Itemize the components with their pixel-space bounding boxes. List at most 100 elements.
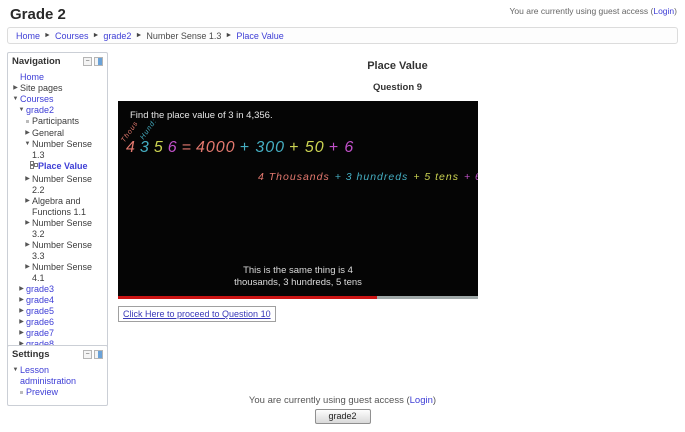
settings-item-lesson-administration[interactable]: ▼ Lesson administration: [11, 365, 105, 387]
chevron-collapsed-icon[interactable]: ▶: [23, 174, 32, 185]
board-expansion-words: 4 Thousands + 3 hundreds + 5 tens + 6 ones: [258, 171, 478, 183]
chevron-collapsed-icon[interactable]: ▶: [17, 328, 26, 339]
chalk-text: + 6: [328, 139, 355, 156]
collapse-block-icon[interactable]: −: [83, 57, 92, 66]
login-link-top[interactable]: Login: [653, 6, 674, 16]
nav-item-label: Number Sense 3.2: [32, 218, 93, 239]
chevron-collapsed-icon[interactable]: ▶: [17, 306, 26, 317]
chalk-text: 5: [153, 139, 164, 156]
chalk-text: + 5 tens: [413, 171, 459, 183]
nav-item-number-sense-1-3[interactable]: ▼ Number Sense 1.3: [11, 139, 105, 161]
breadcrumb-separator-icon: ►: [135, 32, 143, 39]
breadcrumb-separator-icon: ►: [225, 32, 233, 39]
lesson-title: Place Value: [367, 60, 428, 72]
nav-item-label: grade6: [26, 317, 55, 327]
dock-block-icon[interactable]: [94, 57, 103, 66]
chevron-collapsed-icon[interactable]: ▶: [23, 218, 32, 229]
nav-item-number-sense-2-2[interactable]: ▶ Number Sense 2.2: [11, 174, 105, 196]
nav-item-place-value[interactable]: Place Value: [11, 161, 105, 174]
breadcrumb-item-place-value[interactable]: Place Value: [236, 31, 283, 41]
nav-item-label: Number Sense 4.1: [32, 262, 93, 283]
collapse-block-icon[interactable]: −: [83, 350, 92, 359]
chevron-expanded-icon[interactable]: ▼: [17, 105, 26, 116]
chevron-collapsed-icon[interactable]: ▶: [23, 240, 32, 251]
question-number: Question 9: [372, 82, 423, 93]
nav-item-grade7[interactable]: ▶ grade7: [11, 328, 105, 339]
nav-item-site-pages[interactable]: ▶ Site pages: [11, 83, 105, 94]
nav-item-label: Number Sense 3.3: [32, 240, 93, 261]
chevron-collapsed-icon[interactable]: ▶: [23, 128, 32, 139]
nav-item-label: grade2: [26, 105, 55, 115]
video-progress-bar[interactable]: [118, 296, 478, 299]
chalk-text: + 3 hundreds: [334, 171, 409, 183]
chalk-text: 4: [126, 139, 136, 156]
chalk-text: 4000: [195, 139, 236, 156]
course-shortname-button[interactable]: grade2: [314, 409, 371, 424]
nav-item-courses[interactable]: ▼ Courses: [11, 94, 105, 105]
nav-item-grade2[interactable]: ▼ grade2: [11, 105, 105, 116]
video-caption: This is the same thing is 4 thousands, 3 …: [118, 265, 478, 289]
nav-item-label: grade5: [26, 306, 55, 316]
breadcrumb-item-courses[interactable]: Courses: [55, 31, 89, 41]
page-title: Grade 2: [10, 6, 66, 23]
navigation-items: Home ▶ Site pages ▼ Courses ▼ grade2 Participan…: [8, 69, 107, 378]
nav-item-label: Place Value: [38, 161, 88, 171]
chalk-text: + 300: [239, 139, 286, 156]
navigation-block: Navigation − Home ▶ Site pages ▼ Courses ▼ gra…: [7, 52, 108, 379]
nav-item-label: Courses: [20, 94, 54, 104]
chevron-expanded-icon[interactable]: ▼: [11, 365, 20, 376]
nav-item-label: Participants: [32, 116, 80, 126]
nav-item-label: grade3: [26, 284, 55, 294]
chevron-collapsed-icon[interactable]: ▶: [17, 295, 26, 306]
chevron-collapsed-icon[interactable]: ▶: [23, 196, 32, 207]
board-equation: 4 3 5 6 = 4000 + 300 + 50 + 6: [126, 139, 358, 157]
guest-access-notice-top: You are currently using guest access (Lo…: [509, 6, 677, 16]
nav-item-label: Algebra and Functions 1.1: [32, 196, 87, 217]
nav-item-number-sense-3-3[interactable]: ▶ Number Sense 3.3: [11, 240, 105, 262]
nav-item-label: Site pages: [20, 83, 63, 93]
page: Grade 2 You are currently using guest ac…: [0, 0, 685, 432]
board-column-label: Hund:: [139, 117, 159, 141]
bullet-icon: [23, 116, 32, 128]
lesson-icon: [29, 161, 38, 174]
caption-line: thousands, 3 hundreds, 5 tens: [234, 277, 362, 288]
proceed-button-label: Click Here to proceed to Question 10: [123, 309, 271, 319]
guest-access-notice-bottom: You are currently using guest access (Lo…: [248, 395, 437, 406]
chevron-collapsed-icon[interactable]: ▶: [17, 284, 26, 295]
nav-item-grade5[interactable]: ▶ grade5: [11, 306, 105, 317]
nav-item-grade3[interactable]: ▶ grade3: [11, 284, 105, 295]
chevron-expanded-icon[interactable]: ▼: [11, 94, 20, 105]
breadcrumb-item-grade2[interactable]: grade2: [103, 31, 131, 41]
nav-item-label: Number Sense 2.2: [32, 174, 93, 195]
nav-item-home[interactable]: Home: [11, 72, 105, 83]
chalk-text: =: [181, 139, 192, 156]
navigation-block-title: Navigation: [12, 56, 61, 67]
lesson-video-player[interactable]: Find the place value of 3 in 4,356. Thou…: [118, 101, 478, 299]
settings-block-title: Settings: [12, 349, 50, 360]
chalk-text: + 50: [289, 139, 325, 156]
chevron-collapsed-icon[interactable]: ▶: [11, 83, 20, 94]
nav-item-grade4[interactable]: ▶ grade4: [11, 295, 105, 306]
nav-item-label: General: [32, 128, 65, 138]
proceed-button[interactable]: Click Here to proceed to Question 10: [118, 306, 276, 322]
video-progress-fill: [118, 296, 378, 299]
nav-item-general[interactable]: ▶ General: [11, 128, 105, 139]
chalk-text: + 6 ones: [463, 171, 478, 183]
breadcrumb: Home ► Courses ► grade2 ► Number Sense 1.3 ► Pla…: [7, 27, 678, 44]
breadcrumb-item-home[interactable]: Home: [16, 31, 40, 41]
nav-item-participants[interactable]: Participants: [11, 116, 105, 128]
nav-item-label: grade7: [26, 328, 55, 338]
nav-item-number-sense-3-2[interactable]: ▶ Number Sense 3.2: [11, 218, 105, 240]
chevron-expanded-icon[interactable]: ▼: [23, 139, 32, 150]
nav-item-grade6[interactable]: ▶ grade6: [11, 317, 105, 328]
breadcrumb-separator-icon: ►: [92, 32, 100, 39]
nav-item-label: Home: [20, 72, 45, 82]
breadcrumb-item-number-sense-1-3: Number Sense 1.3: [146, 30, 222, 41]
nav-item-number-sense-4-1[interactable]: ▶ Number Sense 4.1: [11, 262, 105, 284]
nav-item-algebra-and-functions-1-1[interactable]: ▶ Algebra and Functions 1.1: [11, 196, 105, 218]
login-link-bottom[interactable]: Login: [410, 395, 433, 406]
chevron-collapsed-icon[interactable]: ▶: [17, 317, 26, 328]
chevron-collapsed-icon[interactable]: ▶: [23, 262, 32, 273]
settings-item-label: Lesson administration: [20, 365, 77, 386]
dock-block-icon[interactable]: [94, 350, 103, 359]
